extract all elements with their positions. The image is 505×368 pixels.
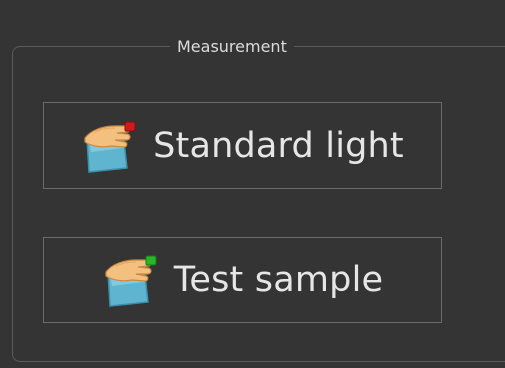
groupbox-title: Measurement <box>170 34 294 60</box>
measurement-panel: Measurement Standard light Test sample <box>0 0 505 368</box>
test-sample-label: Test sample <box>173 260 384 300</box>
hand-on-glass-green-icon <box>102 252 164 308</box>
standard-light-button[interactable]: Standard light <box>43 102 442 189</box>
standard-light-label: Standard light <box>153 125 404 166</box>
hand-on-glass-red-icon <box>81 118 143 174</box>
test-sample-button[interactable]: Test sample <box>43 237 442 323</box>
